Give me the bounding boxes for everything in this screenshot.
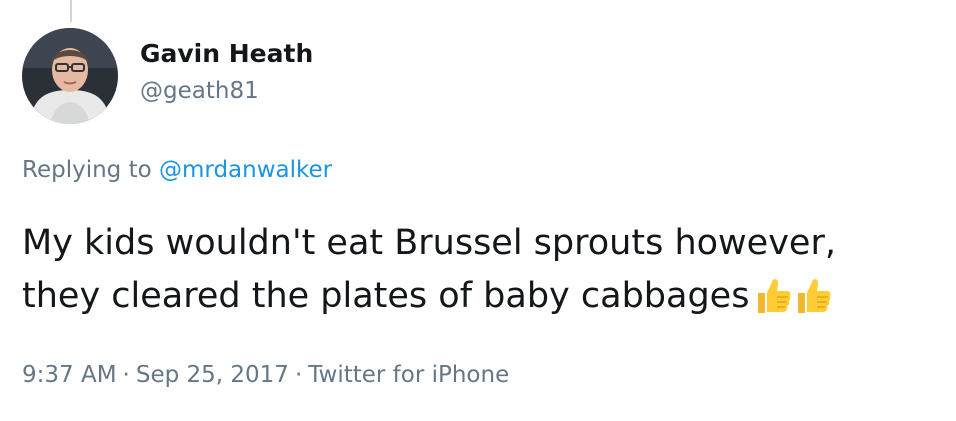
- reply-context-prefix: Replying to: [22, 157, 152, 183]
- avatar[interactable]: [22, 28, 118, 124]
- tweet-text: My kids wouldn't eat Brussel sprouts how…: [22, 217, 942, 331]
- tweet-text-line-2: they cleared the plates of baby cabbages: [22, 270, 942, 331]
- author-display-name[interactable]: Gavin Heath: [140, 38, 313, 70]
- reply-context: Replying to @mrdanwalker: [22, 155, 332, 185]
- tweet-date[interactable]: Sep 25, 2017: [136, 362, 289, 388]
- tweet-source: Twitter for iPhone: [308, 362, 510, 388]
- tweet-meta: 9:37 AM · Sep 25, 2017 · Twitter for iPhone: [22, 360, 509, 390]
- tweet-text-line-1-text: My kids wouldn't eat Brussel sprouts how…: [22, 223, 836, 263]
- thumbs-up-icon: [758, 279, 791, 313]
- tweet-text-line-2-text: they cleared the plates of baby cabbages: [22, 276, 750, 316]
- tweet-time[interactable]: 9:37 AM: [22, 362, 117, 388]
- reply-mention-link[interactable]: @mrdanwalker: [159, 157, 332, 183]
- tweet-text-line-1: My kids wouldn't eat Brussel sprouts how…: [22, 217, 942, 270]
- meta-separator: ·: [122, 362, 130, 388]
- author-handle[interactable]: @geath81: [140, 76, 313, 106]
- thumbs-up-icon: [798, 279, 831, 313]
- tweet-author: Gavin Heath @geath81: [140, 38, 313, 106]
- emoji-group: [755, 275, 835, 331]
- meta-separator: ·: [294, 362, 303, 388]
- thread-connector-line: [70, 0, 72, 22]
- user-photo-avatar-icon: [22, 28, 118, 124]
